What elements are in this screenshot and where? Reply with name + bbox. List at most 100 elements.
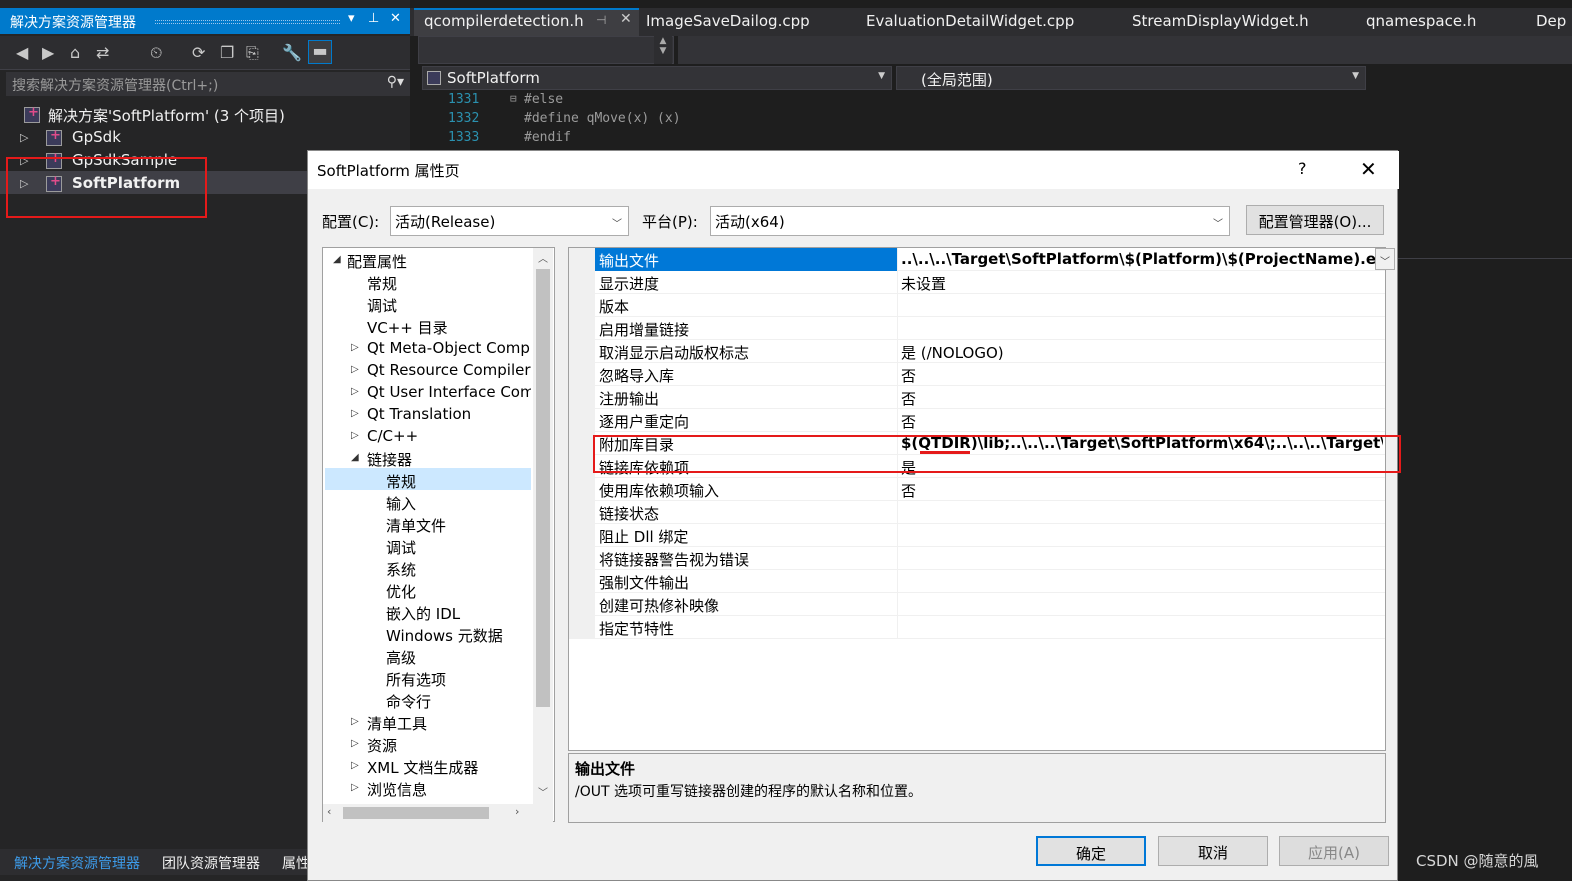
category-item[interactable]: 所有选项 (323, 668, 531, 690)
scroll-left-icon[interactable]: ‹ (327, 805, 331, 818)
property-row[interactable]: 强制文件输出 (569, 570, 1385, 593)
property-value[interactable]: 是 (/NOLOGO) (901, 342, 1383, 363)
property-row[interactable]: 显示进度 未设置 (569, 271, 1385, 294)
collapse-icon[interactable]: ❐ (220, 43, 234, 62)
pin-icon[interactable]: ⊥ (368, 11, 379, 26)
tab-streamdisplaywidget[interactable]: StreamDisplayWidget.h (1132, 12, 1309, 30)
category-item[interactable]: 命令行 (323, 690, 531, 712)
expand-arrow-icon[interactable]: ▷ (351, 430, 359, 441)
property-value[interactable]: 否 (901, 480, 1383, 501)
property-grid[interactable]: 输出文件 ..\..\..\Target\SoftPlatform\$(Platf… (568, 247, 1395, 751)
back-icon[interactable]: ◀ (16, 43, 28, 62)
expand-arrow-icon[interactable]: ▷ (351, 386, 359, 397)
category-item[interactable]: ◢ 配置属性 (323, 250, 531, 272)
category-item[interactable]: ▷ 资源 (323, 734, 531, 756)
property-row[interactable]: 版本 (569, 294, 1385, 317)
category-item[interactable]: 清单文件 (323, 514, 531, 536)
expand-arrow-icon[interactable]: ◢ (333, 254, 341, 265)
project-node-gpsdk[interactable]: ▷ GpSdk (0, 127, 410, 149)
category-item[interactable]: ▷ 浏览信息 (323, 778, 531, 800)
scroll-down-icon[interactable]: ﹀ (538, 784, 548, 799)
pin-icon[interactable]: ⊣ (596, 13, 606, 27)
search-input[interactable]: 搜索解决方案资源管理器(Ctrl+;) ⚲▾ (6, 72, 410, 96)
wrench-icon[interactable]: 🔧 (282, 43, 302, 62)
property-row[interactable]: 指定节特性 (569, 616, 1385, 639)
tab-dep[interactable]: Dep (1536, 12, 1566, 30)
sync-icon[interactable]: ⇄ (96, 43, 109, 62)
help-button[interactable]: ? (1298, 159, 1307, 178)
category-item[interactable]: 调试 (323, 294, 531, 316)
category-tree[interactable]: ◢配置属性常规调试VC++ 目录▷Qt Meta-Object Compiler… (322, 247, 555, 822)
expand-arrow-icon[interactable]: ▷ (20, 131, 28, 144)
category-item[interactable]: ▷ C/C++ (323, 426, 531, 448)
solution-node[interactable]: 解决方案'SoftPlatform' (3 个项目) (0, 104, 410, 126)
property-row[interactable]: 阻止 Dll 绑定 (569, 524, 1385, 547)
search-icon[interactable]: ⚲▾ (387, 74, 404, 90)
ok-button[interactable]: 确定 (1036, 836, 1146, 866)
category-item[interactable]: 高级 (323, 646, 531, 668)
apply-button[interactable]: 应用(A) (1279, 836, 1389, 866)
property-row[interactable]: 链接状态 (569, 501, 1385, 524)
tab-evaluationdetailwidget[interactable]: EvaluationDetailWidget.cpp (866, 12, 1074, 30)
tab-qnamespace[interactable]: qnamespace.h (1366, 12, 1476, 30)
scroll-right-icon[interactable]: › (515, 805, 519, 818)
cancel-button[interactable]: 取消 (1158, 836, 1268, 866)
property-row[interactable]: 输出文件 ..\..\..\Target\SoftPlatform\$(Platf… (569, 248, 1385, 271)
expand-arrow-icon[interactable]: ▷ (351, 738, 359, 749)
category-item[interactable]: 常规 (323, 272, 531, 294)
tab-imagesavedailog[interactable]: ImageSaveDailog.cpp (646, 12, 810, 30)
property-row[interactable]: 忽略导入库 否 (569, 363, 1385, 386)
category-item[interactable]: 输入 (323, 492, 531, 514)
property-value[interactable]: 否 (901, 388, 1383, 409)
expand-arrow-icon[interactable]: ▷ (351, 760, 359, 771)
category-item[interactable]: 嵌入的 IDL (323, 602, 531, 624)
property-value[interactable]: ..\..\..\Target\SoftPlatform\$(Platform)… (901, 250, 1383, 268)
scrollbar-thumb[interactable] (536, 269, 550, 707)
category-item[interactable]: 系统 (323, 558, 531, 580)
category-item[interactable]: Windows 元数据 (323, 624, 531, 646)
expand-arrow-icon[interactable]: ▷ (351, 782, 359, 793)
category-item[interactable]: ▷ Qt Meta-Object Compiler (323, 338, 531, 360)
expand-arrow-icon[interactable]: ▷ (351, 716, 359, 727)
close-button[interactable]: ✕ (1360, 157, 1377, 181)
config-manager-button[interactable]: 配置管理器(O)... (1246, 205, 1384, 235)
category-item[interactable]: ▷ Qt Resource Compiler (323, 360, 531, 382)
property-row[interactable]: 创建可热修补映像 (569, 593, 1385, 616)
tab-solution-explorer[interactable]: 解决方案资源管理器 (14, 853, 140, 873)
project-combo[interactable]: SoftPlatform ▼ (422, 66, 892, 90)
scope-combo[interactable]: (全局范围) ▼ (896, 66, 1366, 90)
code-editor[interactable]: 1331 ⊟ #else 1332 #define qMove(x) (x) 1… (418, 90, 1572, 150)
scrollbar-thumb[interactable] (343, 807, 489, 819)
property-row[interactable]: 启用增量链接 (569, 317, 1385, 340)
property-value[interactable]: 否 (901, 365, 1383, 386)
collapse-icon[interactable]: ⊟ (510, 92, 517, 105)
split-button[interactable]: ▲ ▼ (654, 36, 672, 64)
home-icon[interactable]: ⌂ (70, 43, 80, 62)
category-item[interactable]: ▷ XML 文档生成器 (323, 756, 531, 778)
forward-icon[interactable]: ▶ (42, 43, 54, 62)
property-value[interactable]: 否 (901, 411, 1383, 432)
category-item[interactable]: ▷ 清单工具 (323, 712, 531, 734)
refresh-icon[interactable]: ⟳ (192, 43, 205, 62)
property-row[interactable]: 取消显示启动版权标志 是 (/NOLOGO) (569, 340, 1385, 363)
property-row[interactable]: 逐用户重定向 否 (569, 409, 1385, 432)
scroll-up-icon[interactable]: ︿ (538, 250, 548, 265)
category-item[interactable]: ◢ 链接器 (323, 448, 531, 470)
category-item[interactable]: VC++ 目录 (323, 316, 531, 338)
dropdown-icon[interactable]: ▾ (348, 11, 355, 26)
close-icon[interactable]: ✕ (620, 11, 632, 27)
copy-icon[interactable]: ⎘ (246, 43, 259, 63)
history-icon[interactable]: ⏲ (150, 43, 162, 63)
chevron-down-icon[interactable]: ﹀ (1375, 248, 1395, 270)
category-item[interactable]: 优化 (323, 580, 531, 602)
tab-team-explorer[interactable]: 团队资源管理器 (162, 853, 260, 873)
property-row[interactable]: 注册输出 否 (569, 386, 1385, 409)
category-item[interactable]: 常规 (323, 470, 531, 492)
horizontal-scrollbar[interactable]: ‹ › (323, 804, 553, 822)
expand-arrow-icon[interactable]: ▷ (351, 342, 359, 353)
category-item[interactable]: 调试 (323, 536, 531, 558)
expand-arrow-icon[interactable]: ◢ (351, 452, 359, 463)
category-item[interactable]: ▷ Qt Translation (323, 404, 531, 426)
tab-properties[interactable]: 属性 (282, 853, 310, 873)
category-item[interactable]: ▷ Qt User Interface Compiler (323, 382, 531, 404)
